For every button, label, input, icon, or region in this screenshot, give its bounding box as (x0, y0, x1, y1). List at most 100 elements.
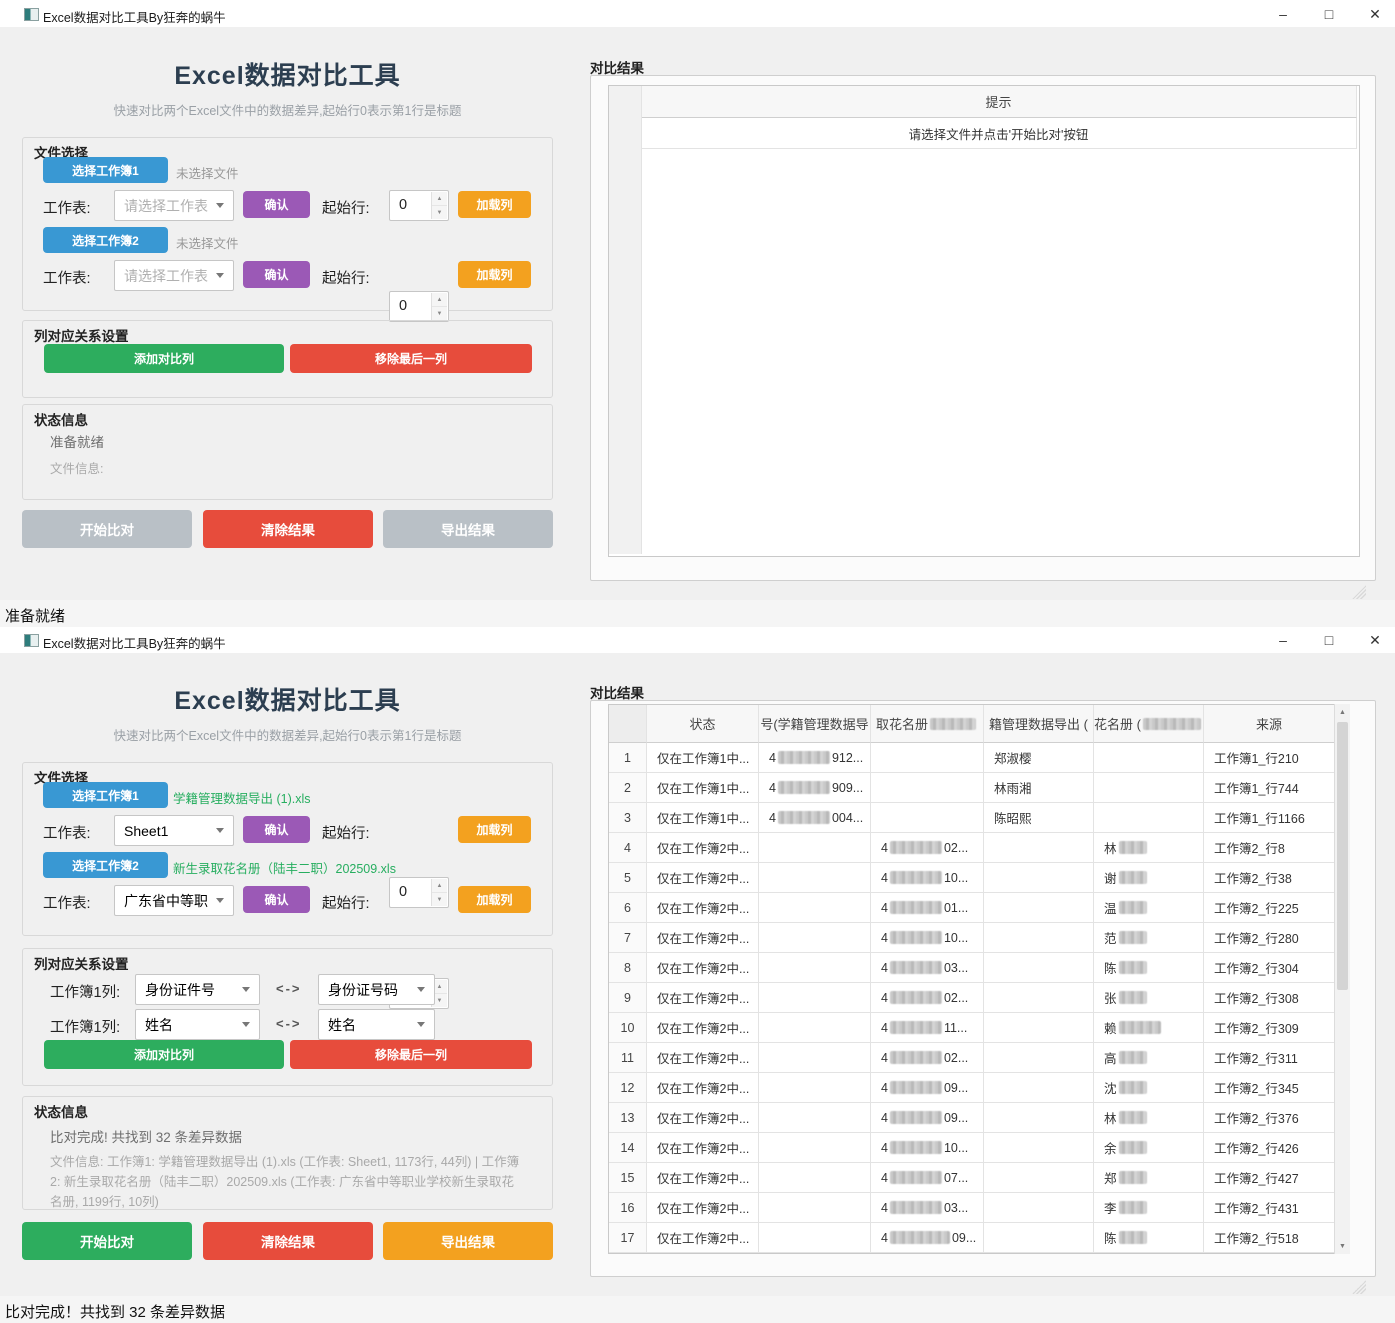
spin-down-icon[interactable]: ▼ (432, 206, 447, 219)
w1-result-row[interactable]: 1 请选择文件并点击'开始比对'按钮 (609, 118, 1359, 149)
minimize-icon[interactable]: – (1268, 4, 1298, 24)
w2-column-header[interactable]: 来源 (1204, 705, 1335, 743)
result-row[interactable]: 14仅在工作簿2中...410...余工作簿2_行426 (609, 1133, 1335, 1163)
result-row[interactable]: 13仅在工作簿2中...409...林工作簿2_行376 (609, 1103, 1335, 1133)
w2-start-compare-button[interactable]: 开始比对 (22, 1222, 192, 1260)
w2-clear-results-button[interactable]: 清除结果 (203, 1222, 373, 1260)
result-row[interactable]: 4仅在工作簿2中...402...林工作簿2_行8 (609, 833, 1335, 863)
scroll-up-icon[interactable]: ▲ (1335, 704, 1350, 720)
w2-map1-left-select[interactable]: 身份证件号 (135, 974, 260, 1005)
result-row[interactable]: 9仅在工作簿2中...402...张工作簿2_行308 (609, 983, 1335, 1013)
w2-table-scrollbar[interactable]: ▲ ▼ (1334, 704, 1350, 1254)
w2-map1-right-select[interactable]: 身份证号码 (318, 974, 435, 1005)
w1-clear-results-button[interactable]: 清除结果 (203, 510, 373, 548)
w1-add-column-button[interactable]: 添加对比列 (44, 344, 284, 373)
w1-pick-workbook2-button[interactable]: 选择工作簿2 (43, 227, 168, 253)
w2-remove-column-button[interactable]: 移除最后一列 (290, 1040, 532, 1069)
w1-header-hint[interactable]: 提示 (641, 86, 1357, 118)
window2-titlebar[interactable]: Excel数据对比工具By狂奔的蜗牛 – □ ✕ (0, 627, 1395, 653)
w1-remove-column-button[interactable]: 移除最后一列 (290, 344, 532, 373)
w1-startrow2-spinner[interactable]: 0 ▲▼ (389, 291, 449, 322)
result-row[interactable]: 7仅在工作簿2中...410...范工作簿2_行280 (609, 923, 1335, 953)
w1-load-cols2-button[interactable]: 加载列 (458, 261, 531, 288)
chevron-down-icon (242, 987, 250, 992)
w2-column-header[interactable]: 取花名册 (871, 705, 984, 743)
w2-file1-name: 学籍管理数据导出 (1).xls (173, 788, 311, 807)
w2-load-cols2-button[interactable]: 加载列 (458, 886, 531, 913)
w1-load-cols1-button[interactable]: 加载列 (458, 191, 531, 218)
spin-up-icon[interactable]: ▲ (432, 192, 447, 206)
table-cell (871, 773, 984, 803)
w2-pick-workbook1-button[interactable]: 选择工作簿1 (43, 782, 168, 808)
result-row[interactable]: 6仅在工作簿2中...401...温工作簿2_行225 (609, 893, 1335, 923)
w1-start-compare-button[interactable]: 开始比对 (22, 510, 192, 548)
table-cell (759, 1193, 871, 1223)
w1-confirm2-button[interactable]: 确认 (243, 261, 310, 288)
table-cell: 4912... (759, 743, 871, 773)
w2-export-results-button[interactable]: 导出结果 (383, 1222, 553, 1260)
result-row[interactable]: 8仅在工作簿2中...403...陈工作簿2_行304 (609, 953, 1335, 983)
result-row[interactable]: 11仅在工作簿2中...402...高工作簿2_行311 (609, 1043, 1335, 1073)
table-cell: 工作簿2_行345 (1204, 1073, 1335, 1103)
scrollbar-thumb[interactable] (1337, 722, 1348, 990)
result-row[interactable]: 5仅在工作簿2中...410...谢工作簿2_行38 (609, 863, 1335, 893)
table-cell (984, 1073, 1094, 1103)
result-row[interactable]: 10仅在工作簿2中...411...赖工作簿2_行309 (609, 1013, 1335, 1043)
result-row[interactable]: 3仅在工作簿1中...4004...陈昭熙工作簿1_行1166 (609, 803, 1335, 833)
table-cell: 温 (1094, 893, 1204, 923)
w2-corner-cell[interactable] (609, 705, 647, 743)
w2-map1-right-value: 身份证号码 (319, 980, 417, 1000)
close-icon[interactable]: ✕ (1360, 4, 1390, 24)
w1-startrow1-spinner[interactable]: 0 ▲▼ (389, 190, 449, 221)
result-row[interactable]: 1仅在工作簿1中...4912...郑淑樱工作簿1_行210 (609, 743, 1335, 773)
window2-title: Excel数据对比工具By狂奔的蜗牛 (43, 633, 226, 652)
w1-sheet2-select[interactable]: 请选择工作表 (114, 260, 234, 291)
table-cell (759, 833, 871, 863)
w2-map2-right-select[interactable]: 姓名 (318, 1009, 435, 1040)
w2-map2-left-select[interactable]: 姓名 (135, 1009, 260, 1040)
w2-sheet2-select[interactable]: 广东省中等职 (114, 885, 234, 916)
table-cell: 仅在工作簿2中... (647, 983, 759, 1013)
result-row[interactable]: 17仅在工作簿2中...409...陈工作簿2_行518 (609, 1223, 1335, 1253)
table-cell (1094, 803, 1204, 833)
w2-sheet2-label: 工作表: (43, 892, 91, 913)
resize-grip[interactable] (1352, 585, 1366, 599)
table-cell (759, 893, 871, 923)
spin-up-icon[interactable]: ▲ (432, 293, 447, 307)
censored-text (1119, 1141, 1147, 1154)
w2-column-header[interactable]: 花名册 ( (1094, 705, 1204, 743)
close-icon[interactable]: ✕ (1360, 630, 1390, 650)
w1-confirm1-button[interactable]: 确认 (243, 191, 310, 218)
maximize-icon[interactable]: □ (1314, 4, 1344, 24)
table-cell (984, 893, 1094, 923)
spin-down-icon[interactable]: ▼ (432, 307, 447, 320)
scroll-down-icon[interactable]: ▼ (1335, 1238, 1350, 1254)
censored-text (930, 718, 976, 730)
w2-confirm2-button[interactable]: 确认 (243, 886, 310, 913)
chevron-down-icon (417, 1022, 425, 1027)
table-cell: 403... (871, 953, 984, 983)
w1-sheet1-value: 请选择工作表 (115, 196, 216, 216)
minimize-icon[interactable]: – (1268, 630, 1298, 650)
w2-column-header[interactable]: 籍管理数据导出 ( (984, 705, 1094, 743)
result-row[interactable]: 12仅在工作簿2中...409...沈工作簿2_行345 (609, 1073, 1335, 1103)
maximize-icon[interactable]: □ (1314, 630, 1344, 650)
window1-titlebar[interactable]: Excel数据对比工具By狂奔的蜗牛 – □ ✕ (0, 0, 1395, 27)
spin-up-icon[interactable]: ▲ (432, 879, 447, 893)
w2-add-column-button[interactable]: 添加对比列 (44, 1040, 284, 1069)
resize-grip[interactable] (1352, 1280, 1366, 1294)
w1-export-results-button[interactable]: 导出结果 (383, 510, 553, 548)
w1-pick-workbook1-button[interactable]: 选择工作簿1 (43, 157, 168, 183)
w2-load-cols1-button[interactable]: 加载列 (458, 816, 531, 843)
result-row[interactable]: 2仅在工作簿1中...4909...林雨湘工作簿1_行744 (609, 773, 1335, 803)
w2-sheet1-select[interactable]: Sheet1 (114, 815, 234, 846)
w1-sheet1-select[interactable]: 请选择工作表 (114, 190, 234, 221)
w2-column-header[interactable]: 号(学籍管理数据导 (759, 705, 871, 743)
result-row[interactable]: 16仅在工作簿2中...403...李工作簿2_行431 (609, 1193, 1335, 1223)
w2-column-header[interactable]: 状态 (647, 705, 759, 743)
w2-confirm1-button[interactable]: 确认 (243, 816, 310, 843)
w2-startrow1-spinner[interactable]: 0 ▲▼ (389, 877, 449, 908)
result-row[interactable]: 15仅在工作簿2中...407...郑工作簿2_行427 (609, 1163, 1335, 1193)
w2-pick-workbook2-button[interactable]: 选择工作簿2 (43, 852, 168, 878)
spin-down-icon[interactable]: ▼ (432, 893, 447, 906)
